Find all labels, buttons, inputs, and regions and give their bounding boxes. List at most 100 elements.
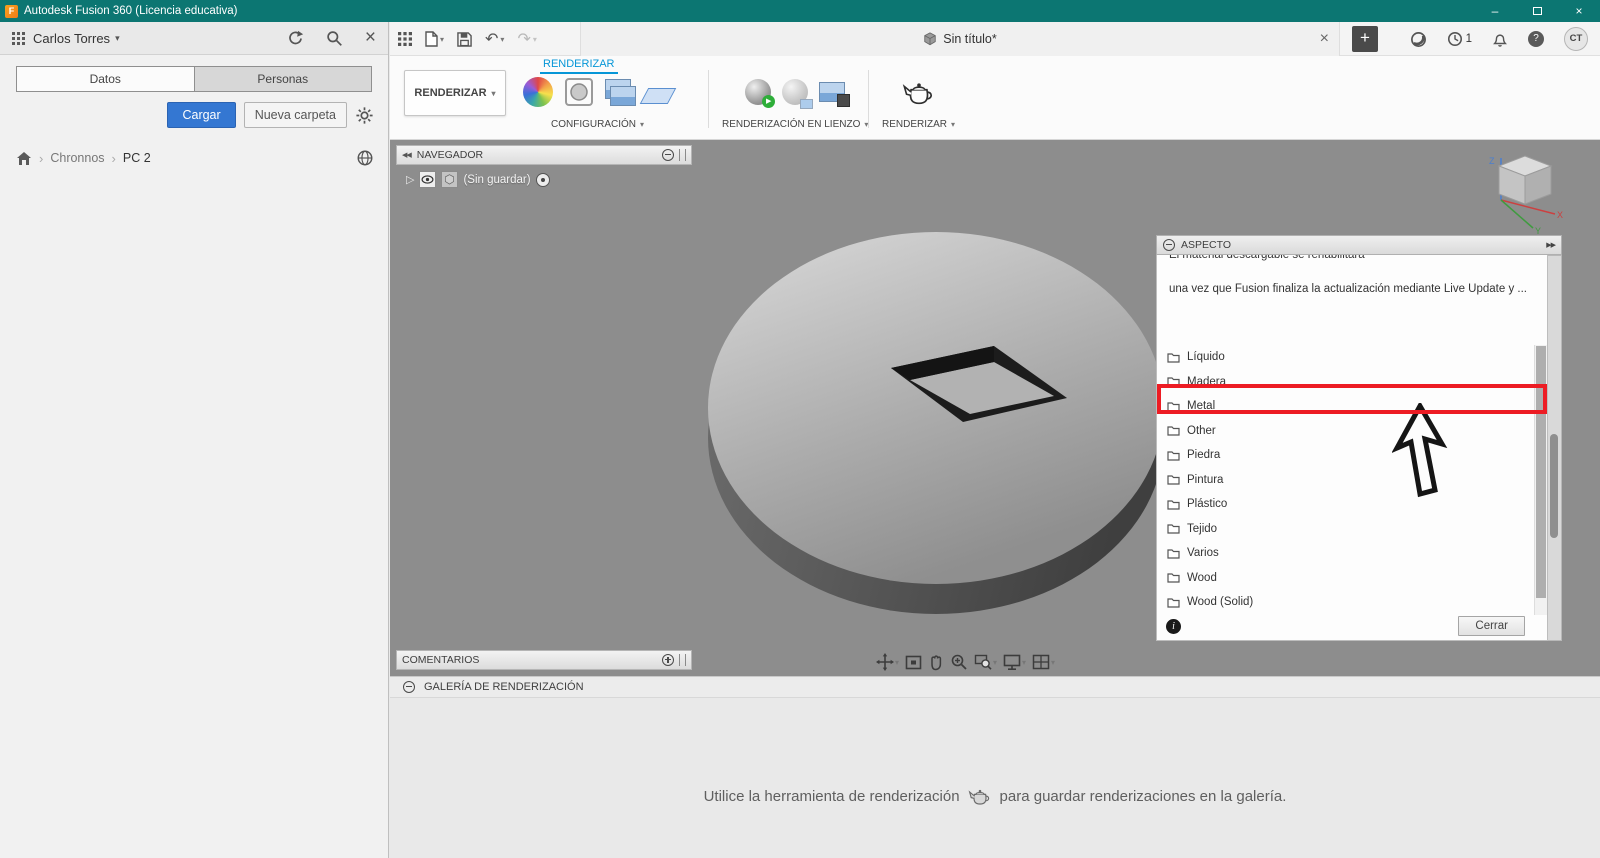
close-panel-icon[interactable]: × bbox=[365, 28, 376, 47]
main-area: ▾ ↶ ▾ ↷ ▾ Sin título* × + 1 ? CT RENDERI… bbox=[390, 22, 1600, 858]
chevron-down-icon: ▾ bbox=[440, 34, 445, 44]
expand-triangle-icon[interactable]: ▷ bbox=[406, 173, 414, 186]
status-circle-icon[interactable] bbox=[1410, 31, 1427, 48]
notifications-bell-icon[interactable] bbox=[1492, 31, 1508, 48]
group-label-renderizar[interactable]: RENDERIZAR ▾ bbox=[882, 119, 955, 130]
folder-item-other[interactable]: Other bbox=[1157, 419, 1547, 444]
gallery-body: Utilice la herramienta de renderización … bbox=[390, 698, 1600, 858]
minimize-icon[interactable]: – bbox=[1474, 0, 1516, 22]
dialog-scrollbar[interactable] bbox=[1534, 345, 1547, 615]
folder-item-wood[interactable]: Wood bbox=[1157, 566, 1547, 591]
show-data-panel-icon[interactable] bbox=[398, 32, 412, 46]
panel-grip-icon[interactable] bbox=[679, 654, 686, 666]
pan-tool[interactable] bbox=[928, 653, 944, 671]
fit-tool[interactable]: ▾ bbox=[974, 653, 997, 671]
folder-item-tejido[interactable]: Tejido bbox=[1157, 517, 1547, 542]
data-panel-actions: Cargar Nueva carpeta bbox=[14, 102, 374, 128]
panel-grip-icon[interactable] bbox=[679, 149, 686, 161]
collapse-circle-icon[interactable] bbox=[1163, 239, 1175, 251]
in-canvas-render-icon[interactable]: ▶ bbox=[745, 79, 776, 108]
in-canvas-render-settings-icon[interactable] bbox=[782, 79, 814, 109]
scrollbar-thumb[interactable] bbox=[1536, 346, 1546, 598]
close-tab-icon[interactable]: × bbox=[1320, 30, 1329, 48]
document-tab[interactable]: Sin título* × bbox=[580, 22, 1340, 56]
texture-map-icon[interactable] bbox=[639, 88, 677, 104]
save-icon[interactable] bbox=[457, 31, 472, 47]
tab-personas[interactable]: Personas bbox=[194, 66, 372, 92]
user-avatar[interactable]: CT bbox=[1564, 27, 1588, 51]
maximize-icon[interactable] bbox=[1516, 0, 1558, 22]
folder-item-plastico[interactable]: Plástico bbox=[1157, 492, 1547, 517]
redo-button[interactable]: ↷ ▾ bbox=[517, 29, 536, 49]
new-folder-button[interactable]: Nueva carpeta bbox=[243, 102, 347, 128]
chevron-down-icon[interactable]: ▾ bbox=[115, 33, 120, 44]
folder-item-madera[interactable]: Madera bbox=[1157, 370, 1547, 395]
display-settings-tool[interactable]: ▾ bbox=[1003, 654, 1026, 671]
browser-root-row[interactable]: ▷ (Sin guardar) bbox=[406, 171, 550, 188]
breadcrumb-item-pc2[interactable]: PC 2 bbox=[123, 151, 151, 165]
comments-panel-bar[interactable]: COMENTARIOS bbox=[396, 650, 692, 670]
look-at-tool[interactable] bbox=[905, 655, 922, 670]
new-tab-button[interactable]: + bbox=[1352, 26, 1378, 52]
web-globe-icon[interactable] bbox=[356, 149, 374, 167]
collapse-left-icon[interactable]: ◀◀ bbox=[402, 151, 412, 159]
team-name[interactable]: Carlos Torres bbox=[33, 31, 110, 46]
file-menu[interactable]: ▾ bbox=[425, 31, 444, 47]
aspecto-header[interactable]: ASPECTO ▶▶ bbox=[1156, 235, 1562, 255]
dock-right-icon[interactable]: ▶▶ bbox=[1546, 241, 1556, 249]
workspace-switcher-button[interactable]: RENDERIZAR ▾ bbox=[404, 70, 506, 116]
dialog-side-gutter[interactable] bbox=[1548, 255, 1562, 641]
decal-icon[interactable] bbox=[605, 79, 636, 106]
folder-item-varios[interactable]: Varios bbox=[1157, 541, 1547, 566]
folder-item-metal[interactable]: Metal bbox=[1157, 394, 1547, 419]
gallery-hint: Utilice la herramienta de renderización … bbox=[390, 786, 1600, 806]
upload-button[interactable]: Cargar bbox=[167, 102, 236, 128]
appearance-icon[interactable] bbox=[523, 77, 553, 107]
capture-image-icon[interactable] bbox=[819, 82, 851, 107]
add-comment-icon[interactable] bbox=[662, 654, 674, 666]
home-icon[interactable] bbox=[16, 151, 32, 166]
viewcube[interactable]: Z X Y bbox=[1485, 148, 1569, 236]
teapot-icon[interactable] bbox=[902, 78, 936, 106]
help-icon[interactable]: ? bbox=[1528, 31, 1544, 47]
browser-root-label[interactable]: (Sin guardar) bbox=[463, 174, 530, 186]
collapse-circle-icon[interactable] bbox=[403, 681, 415, 693]
group-label-configuracion[interactable]: CONFIGURACIÓN ▾ bbox=[551, 119, 644, 130]
cerrar-button[interactable]: Cerrar bbox=[1458, 616, 1525, 636]
data-panel-tabs: Datos Personas bbox=[16, 66, 372, 92]
refresh-icon[interactable] bbox=[287, 30, 304, 47]
app-grid-icon[interactable] bbox=[12, 31, 25, 45]
folder-item-pintura[interactable]: Pintura bbox=[1157, 468, 1547, 493]
search-icon[interactable] bbox=[326, 30, 343, 47]
info-icon[interactable]: i bbox=[1166, 618, 1181, 634]
collapse-circle-icon[interactable] bbox=[662, 149, 674, 161]
job-status-button[interactable]: 1 bbox=[1447, 31, 1472, 47]
undo-button[interactable]: ↶ ▾ bbox=[485, 29, 504, 49]
tab-datos[interactable]: Datos bbox=[16, 66, 195, 92]
activate-radio-icon[interactable] bbox=[535, 172, 550, 187]
window-title: Autodesk Fusion 360 (Licencia educativa) bbox=[24, 5, 238, 17]
zoom-window-icon bbox=[974, 654, 992, 670]
visibility-box[interactable] bbox=[419, 171, 437, 188]
breadcrumb-item-chronnos[interactable]: Chronnos bbox=[50, 151, 104, 165]
redo-icon: ↷ bbox=[517, 31, 531, 48]
folder-item-wood-solid[interactable]: Wood (Solid) bbox=[1157, 590, 1547, 615]
zoom-tool[interactable] bbox=[950, 653, 968, 671]
folder-icon bbox=[1167, 377, 1180, 387]
folder-icon bbox=[1167, 353, 1180, 363]
navigator-panel-bar[interactable]: ◀◀ NAVEGADOR bbox=[396, 145, 692, 165]
scene-settings-icon[interactable] bbox=[564, 77, 594, 107]
close-icon[interactable]: × bbox=[1558, 0, 1600, 22]
viewport[interactable]: Z X Y ◀◀ NAVEGADOR ▷ (Sin guardar) ASPEC… bbox=[390, 140, 1600, 676]
group-label-lienzo[interactable]: RENDERIZACIÓN EN LIENZO ▾ bbox=[722, 119, 868, 130]
settings-gear-icon[interactable] bbox=[355, 106, 374, 125]
folder-item-liquido[interactable]: Líquido bbox=[1157, 345, 1547, 370]
gallery-panel-bar[interactable]: GALERÍA DE RENDERIZACIÓN bbox=[390, 676, 1600, 698]
grid-viewports-tool[interactable]: ▾ bbox=[1032, 654, 1055, 670]
orbit-tool[interactable]: ▾ bbox=[876, 653, 899, 671]
document-node-box[interactable] bbox=[441, 171, 459, 188]
gutter-scrollbar-thumb[interactable] bbox=[1550, 434, 1558, 538]
folder-icon bbox=[1167, 573, 1180, 583]
folder-item-piedra[interactable]: Piedra bbox=[1157, 443, 1547, 468]
chevron-down-icon: ▾ bbox=[639, 120, 644, 129]
